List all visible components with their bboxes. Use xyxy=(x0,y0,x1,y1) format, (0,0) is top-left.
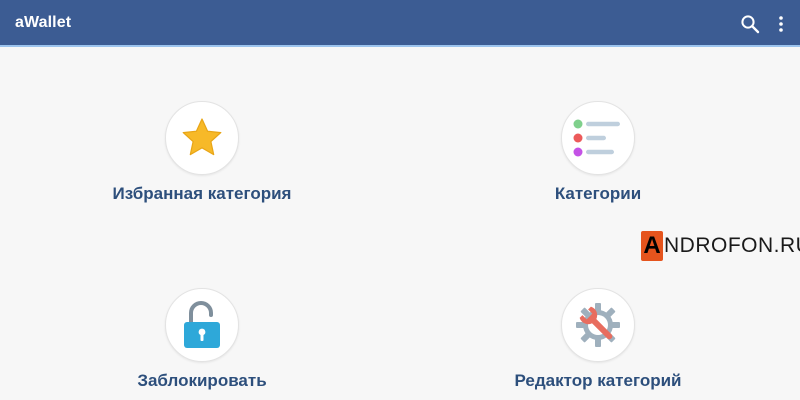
lock-label: Заблокировать xyxy=(137,371,267,390)
category-editor-label: Редактор категорий xyxy=(514,371,682,390)
category-editor-icon-circle xyxy=(561,288,635,362)
watermark-logo-letter: A xyxy=(641,231,663,261)
site-watermark: A NDROFON.RU xyxy=(641,231,800,261)
favorite-category-icon-circle xyxy=(165,101,239,175)
categories-icon-circle xyxy=(561,101,635,175)
gear-wrench-icon xyxy=(576,303,620,347)
watermark-text: NDROFON.RU xyxy=(664,234,800,257)
search-button[interactable] xyxy=(738,12,762,36)
category-list-icon xyxy=(573,119,620,157)
app-title: aWallet xyxy=(15,14,72,31)
unlock-icon xyxy=(184,301,220,348)
more-vert-icon xyxy=(779,16,783,32)
category-editor-tile[interactable]: Редактор категорий xyxy=(510,288,686,391)
categories-label: Категории xyxy=(554,184,642,203)
app-bar: aWallet xyxy=(0,0,800,47)
favorite-category-tile[interactable]: Избранная категория xyxy=(100,101,304,204)
categories-tile[interactable]: Категории xyxy=(520,101,676,204)
search-icon xyxy=(741,15,760,34)
lock-tile[interactable]: Заблокировать xyxy=(120,288,284,391)
more-options-button[interactable] xyxy=(771,12,791,36)
star-icon xyxy=(182,118,222,156)
favorite-category-label: Избранная категория xyxy=(112,184,292,203)
lock-icon-circle xyxy=(165,288,239,362)
